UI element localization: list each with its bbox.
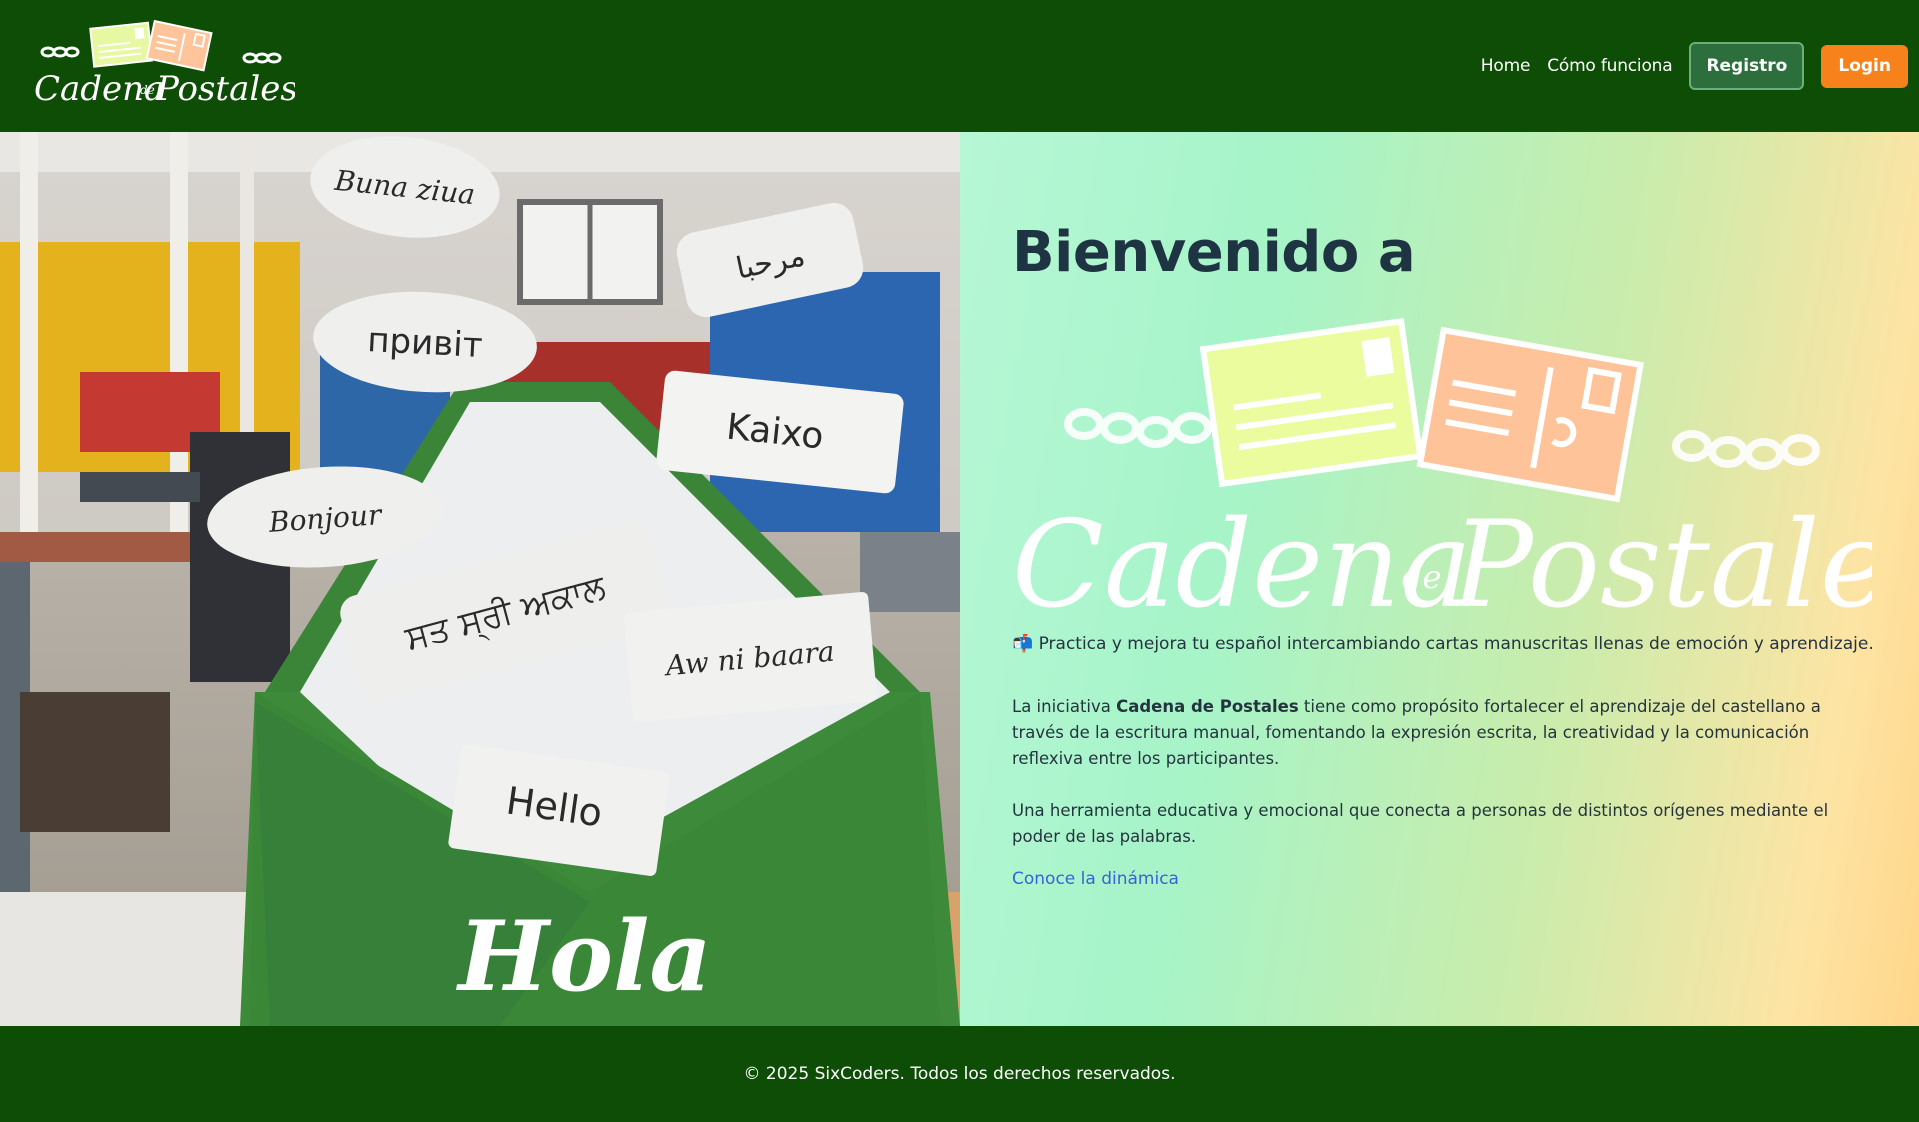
large-logo-text-left: Cadena (1012, 496, 1472, 616)
nav-how-it-works-link[interactable]: Cómo funciona (1547, 56, 1672, 76)
page-title: Bienvenido a (1012, 220, 1416, 285)
large-logo-text-small: de (1402, 558, 1441, 596)
logo-text-small: de (140, 83, 155, 97)
tagline: 📬 Practica y mejora tu español intercamb… (1012, 634, 1874, 654)
logo-text-right: Postales (155, 69, 295, 109)
mission-paragraph: Una herramienta educativa y emocional qu… (1012, 801, 1829, 846)
intro-text-start: La iniciativa (1012, 697, 1117, 716)
greeting-spanish: Hola (455, 900, 711, 1013)
greetings-envelope-image: Buna ziua مرحبا привіт Kaixo Bonjour ਸਤ … (0, 132, 960, 1026)
mailbox-icon: 📬 (1012, 634, 1034, 654)
tagline-text: Practica y mejora tu español intercambia… (1038, 634, 1874, 654)
large-logo-text-right: Postales (1450, 496, 1872, 616)
main-nav: Home Cómo funciona Registro Login (1481, 42, 1908, 90)
learn-dynamics-link[interactable]: Conoce la dinámica (1012, 869, 1179, 889)
welcome-panel: Bienvenido a Cadena de Postal 📬 Practica… (960, 132, 1919, 1026)
cadena-de-postales-logo[interactable]: Cadena de Postales (30, 14, 295, 109)
login-button[interactable]: Login (1821, 44, 1908, 88)
site-header: Cadena de Postales Home Cómo funciona Re… (0, 0, 1919, 132)
site-footer: © 2025 SixCoders. Todos los derechos res… (0, 1026, 1919, 1122)
intro-paragraph: La iniciativa Cadena de Postales tiene c… (1012, 694, 1872, 772)
intro-project-name: Cadena de Postales (1116, 697, 1299, 716)
register-button[interactable]: Registro (1689, 42, 1805, 90)
greeting-ukrainian: привіт (366, 320, 483, 366)
nav-home-link[interactable]: Home (1481, 56, 1531, 76)
hero-photo: Buna ziua مرحبا привіт Kaixo Bonjour ਸਤ … (0, 132, 960, 1026)
copyright-text: © 2025 SixCoders. Todos los derechos res… (743, 1064, 1176, 1084)
cadena-de-postales-large-logo: Cadena de Postales (1012, 317, 1872, 616)
